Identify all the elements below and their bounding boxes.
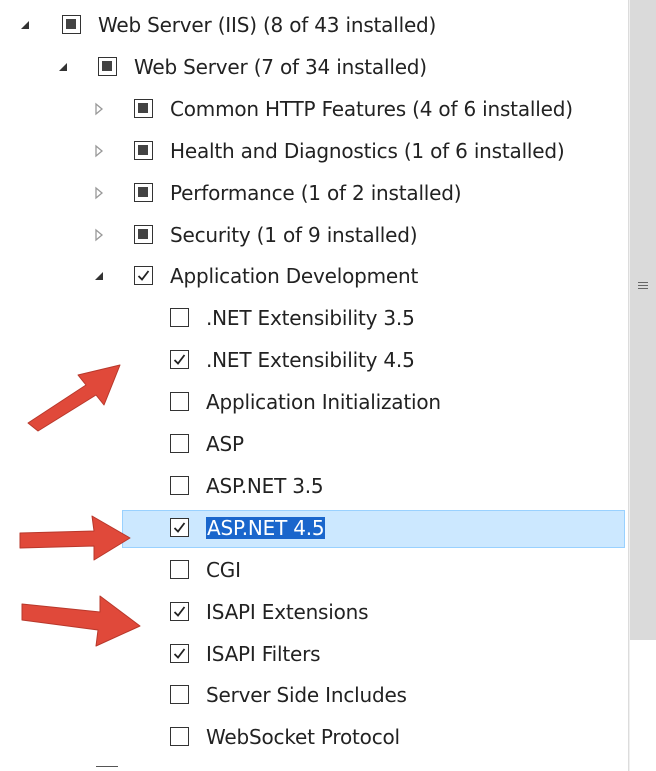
scrollbar-track[interactable]	[630, 640, 656, 771]
checkmark-icon	[173, 354, 186, 366]
checked-checkbox[interactable]	[170, 350, 189, 370]
unchecked-checkbox[interactable]	[170, 685, 189, 705]
unchecked-checkbox[interactable]	[170, 727, 189, 747]
tree-item[interactable]: Server Side Includes	[0, 676, 628, 716]
checked-checkbox[interactable]	[170, 643, 189, 663]
unchecked-checkbox[interactable]	[170, 434, 189, 453]
tree-item-label: Health and Diagnostics (1 of 6 installed…	[170, 138, 565, 163]
checkmark-icon	[173, 647, 186, 659]
partial-checkbox[interactable]	[134, 224, 153, 244]
partial-checkbox[interactable]	[134, 98, 153, 118]
scrollbar-thumb[interactable]	[630, 0, 656, 640]
unchecked-checkbox[interactable]	[170, 475, 189, 495]
next-row-partial	[96, 766, 118, 771]
scrollbar-grip-icon	[638, 282, 648, 291]
tree-item-label: CGI	[206, 557, 241, 582]
tree-item[interactable]: Common HTTP Features (4 of 6 installed)	[0, 90, 628, 130]
indeterminate-icon	[138, 228, 148, 239]
tree-item[interactable]: .NET Extensibility 3.5	[0, 299, 628, 339]
annotation-arrow-3	[21, 595, 141, 647]
partial-checkbox[interactable]	[98, 56, 117, 76]
tree-item-label: .NET Extensibility 3.5	[206, 306, 415, 331]
tree-item-label: Security (1 of 9 installed)	[170, 222, 418, 247]
tree-item-label: WebSocket Protocol	[206, 725, 400, 750]
indeterminate-icon	[138, 186, 148, 197]
tree-item-label: Performance (1 of 2 installed)	[170, 180, 462, 205]
indeterminate-icon	[102, 60, 112, 71]
annotation-arrow-1	[27, 364, 121, 432]
collapsed-triangle-icon[interactable]	[92, 102, 106, 116]
indeterminate-icon	[138, 144, 148, 155]
tree-item[interactable]: WebSocket Protocol	[0, 718, 628, 758]
features-tree-panel: Web Server (IIS) (8 of 43 installed) Web …	[0, 0, 656, 771]
tree-item-label: .NET Extensibility 4.5	[206, 348, 415, 373]
tree-item[interactable]: Application Development	[0, 257, 628, 297]
tree-item-label: Server Side Includes	[206, 683, 407, 708]
partial-checkbox[interactable]	[134, 182, 153, 202]
collapsed-triangle-icon[interactable]	[92, 186, 106, 200]
partial-checkbox[interactable]	[134, 140, 153, 160]
checkmark-icon	[137, 270, 150, 282]
tree-item-label: ASP.NET 3.5	[206, 473, 324, 498]
indeterminate-icon	[66, 19, 76, 29]
tree-item-label: Web Server (IIS) (8 of 43 installed)	[98, 13, 437, 37]
indeterminate-icon	[138, 102, 148, 113]
tree-item-label: ASP	[206, 432, 244, 456]
tree-item-label: ASP.NET 4.5	[206, 515, 326, 540]
tree-item[interactable]: ASP.NET 3.5	[0, 467, 628, 507]
tree-item-label: ISAPI Extensions	[206, 599, 369, 624]
unchecked-checkbox[interactable]	[170, 559, 189, 579]
unchecked-checkbox[interactable]	[170, 308, 189, 328]
vertical-scrollbar[interactable]	[628, 0, 656, 771]
tree-item[interactable]: Performance (1 of 2 installed)	[0, 174, 628, 214]
tree-item[interactable]: Web Server (7 of 34 installed)	[0, 48, 628, 88]
checked-checkbox[interactable]	[170, 517, 189, 537]
tree-item-label: Application Initialization	[206, 390, 441, 415]
tree-item[interactable]: Security (1 of 9 installed)	[0, 216, 628, 256]
collapsed-triangle-icon[interactable]	[92, 228, 106, 242]
checkmark-icon	[173, 606, 186, 617]
selection-highlight	[122, 509, 625, 548]
checked-checkbox[interactable]	[170, 601, 189, 621]
expanded-triangle-icon[interactable]	[18, 18, 32, 32]
tree-item-label: Web Server (7 of 34 installed)	[134, 54, 427, 79]
expanded-triangle-icon[interactable]	[92, 269, 106, 283]
annotation-arrow-2	[19, 515, 131, 561]
collapsed-triangle-icon[interactable]	[92, 144, 106, 158]
partial-checkbox[interactable]	[62, 15, 81, 34]
tree-item-label: Application Development	[170, 264, 419, 289]
tree-item-label: ISAPI Filters	[206, 641, 321, 666]
tree-item-label: Common HTTP Features (4 of 6 installed)	[170, 96, 573, 121]
unchecked-checkbox[interactable]	[170, 392, 189, 412]
tree-item[interactable]: Web Server (IIS) (8 of 43 installed)	[0, 6, 628, 46]
checkmark-icon	[173, 522, 186, 533]
expanded-triangle-icon[interactable]	[56, 60, 70, 74]
tree-item[interactable]: Health and Diagnostics (1 of 6 installed…	[0, 132, 628, 172]
checked-checkbox[interactable]	[134, 266, 153, 286]
